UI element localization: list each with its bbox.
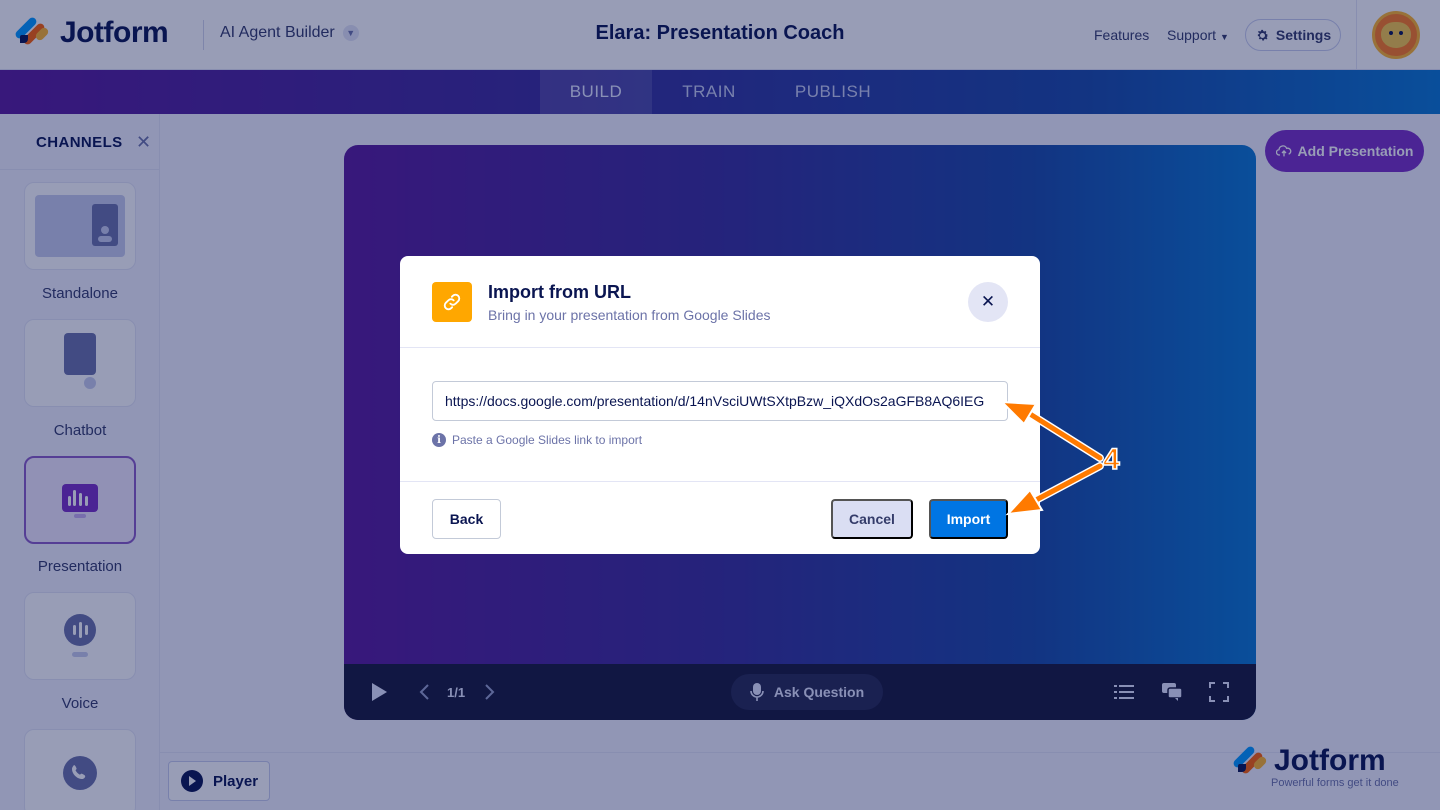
link-icon [432, 282, 472, 322]
dialog-subtitle: Bring in your presentation from Google S… [488, 307, 771, 323]
back-button[interactable]: Back [432, 499, 501, 539]
url-hint: i Paste a Google Slides link to import [432, 433, 642, 447]
hint-text: Paste a Google Slides link to import [452, 433, 643, 447]
dialog-footer: Back Cancel Import [400, 481, 1040, 554]
step-number-badge: 4 [1102, 442, 1120, 477]
info-icon: i [432, 433, 446, 447]
close-icon: ✕ [980, 292, 996, 311]
import-button[interactable]: Import [929, 499, 1008, 539]
import-url-dialog: Import from URL Bring in your presentati… [400, 256, 1040, 554]
cancel-button[interactable]: Cancel [831, 499, 913, 539]
url-input[interactable] [432, 381, 1008, 421]
close-button[interactable]: ✕ [968, 282, 1008, 322]
dialog-title: Import from URL [488, 282, 631, 302]
dialog-header: Import from URL Bring in your presentati… [400, 256, 1040, 348]
